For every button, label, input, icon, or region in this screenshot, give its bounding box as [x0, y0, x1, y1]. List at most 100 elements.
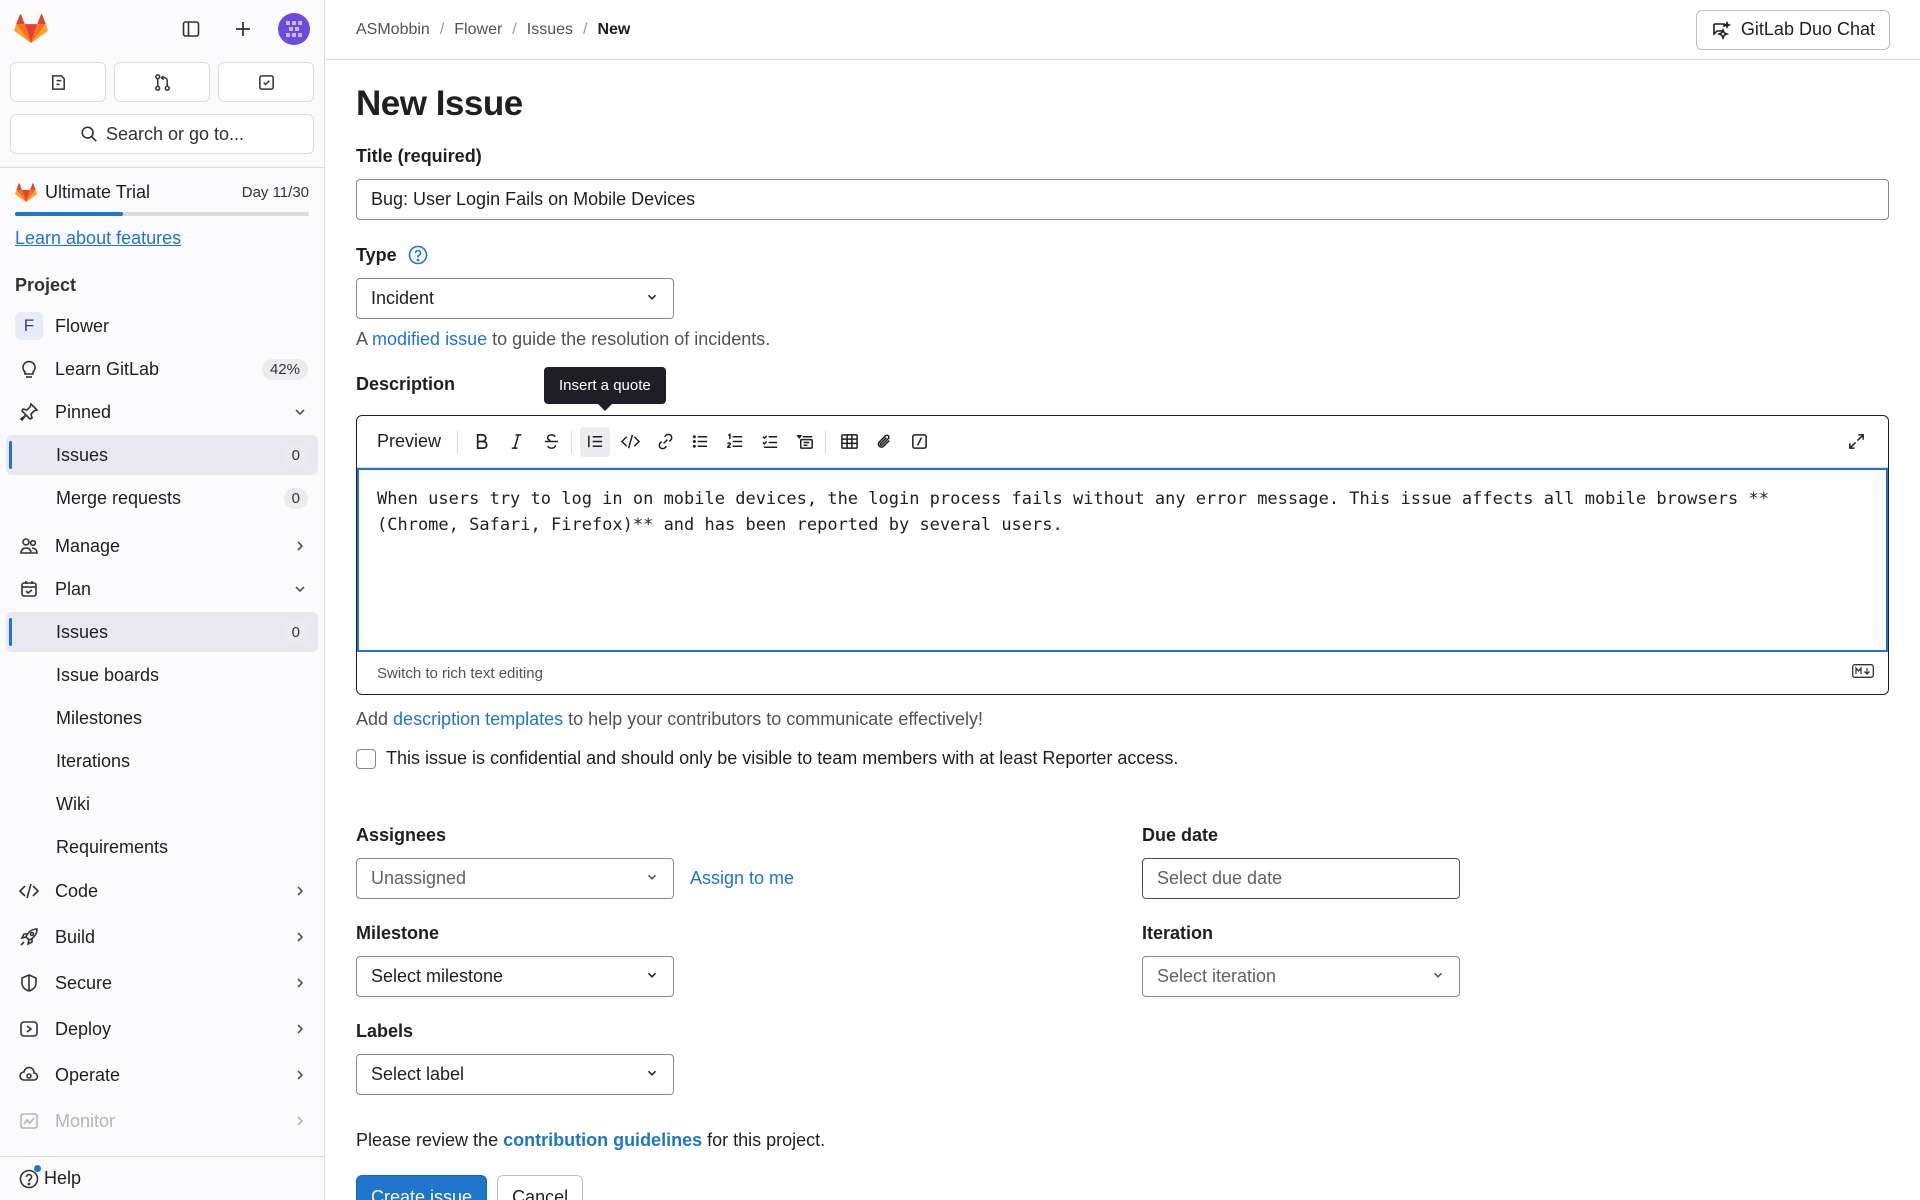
confidential-label: This issue is confidential and should on… [386, 748, 1179, 768]
form-actions: Create issue Cancel [356, 1175, 584, 1200]
sidebar-item-pinned[interactable]: Pinned [6, 392, 318, 432]
cancel-button[interactable]: Cancel [497, 1175, 584, 1200]
insert-quote-button[interactable] [580, 426, 611, 457]
sidebar-header [0, 0, 324, 58]
sidebar-item-wiki[interactable]: Wiki [6, 784, 318, 824]
assigned-issues-button[interactable] [10, 62, 106, 102]
confidential-checkbox[interactable] [356, 748, 376, 769]
milestone-select[interactable]: Select milestone [356, 956, 674, 997]
question-circle-icon[interactable] [407, 244, 429, 266]
breadcrumb-item[interactable]: ASMobbin [356, 21, 430, 39]
iteration-select[interactable]: Select iteration [1142, 956, 1460, 997]
bold-button[interactable] [466, 427, 496, 457]
sidebar-item-operate[interactable]: Operate [6, 1055, 318, 1095]
sidebar-item-code[interactable]: Code [6, 871, 318, 911]
duo-chat-button[interactable]: GitLab Duo Chat [1695, 9, 1890, 50]
page-title: New Issue [356, 84, 523, 123]
sidebar-item-plan[interactable]: Plan [6, 569, 318, 609]
sidebar-item-monitor[interactable]: Monitor [6, 1101, 318, 1141]
metadata-fields: Assignees Unassigned Assign to me Due da… [356, 825, 1890, 1095]
create-issue-button[interactable]: Create issue [356, 1175, 488, 1200]
contribution-guidelines-link[interactable]: contribution guidelines [503, 1130, 702, 1150]
sidebar-item-manage[interactable]: Manage [6, 526, 318, 566]
assignees-label: Assignees [356, 825, 447, 845]
chevron-right-icon [297, 978, 304, 988]
insert-code-button[interactable] [615, 427, 645, 457]
maximize-icon [1848, 434, 1864, 449]
bullet-list-button[interactable] [685, 427, 715, 457]
confidential-row: This issue is confidential and should on… [356, 748, 1890, 769]
strikethrough-button[interactable] [536, 427, 566, 457]
fullscreen-button[interactable] [1841, 427, 1871, 457]
toolbar-divider [571, 430, 573, 453]
type-select[interactable]: Incident [356, 278, 674, 319]
sidebar-item-pinned-issues[interactable]: Issues 0 [6, 435, 318, 475]
trial-status[interactable]: Ultimate Trial Day 11/30 [15, 182, 309, 203]
help-notification-dot [34, 1165, 41, 1172]
numbered-list-button[interactable] [720, 427, 750, 457]
sidebar-item-label: Learn GitLab [55, 358, 160, 379]
sidebar-item-secure[interactable]: Secure [6, 963, 318, 1003]
sidebar-item-flower[interactable]: F Flower [6, 306, 318, 346]
templates-suffix: to help your contributors to communicate… [568, 709, 984, 729]
paperclip-icon [877, 434, 890, 448]
issues-icon [51, 74, 65, 90]
learn-about-features-link[interactable]: Learn about features [15, 228, 181, 249]
sidebar-item-plan-issues[interactable]: Issues 0 [6, 612, 318, 652]
collapsible-section-button[interactable] [790, 427, 820, 457]
modified-issue-link[interactable]: modified issue [372, 329, 487, 349]
search-button[interactable]: Search or go to... [10, 114, 314, 154]
title-input[interactable]: Bug: User Login Fails on Mobile Devices [356, 179, 1889, 220]
description-templates-link[interactable]: description templates [393, 709, 563, 729]
breadcrumb-current[interactable]: New [597, 21, 630, 39]
pin-icon [19, 402, 39, 422]
attach-file-button[interactable] [869, 427, 899, 457]
chevron-right-icon [297, 541, 304, 551]
chevron-down-icon [647, 1070, 657, 1076]
title-input-value: Bug: User Login Fails on Mobile Devices [371, 189, 696, 209]
breadcrumb-item[interactable]: Flower [454, 21, 502, 39]
task-list-button[interactable] [755, 427, 785, 457]
toggle-sidebar-button[interactable] [174, 12, 208, 46]
assignees-field: Assignees Unassigned Assign to me [356, 825, 794, 899]
labels-field: Labels Select label [356, 1021, 674, 1095]
sidebar-item-label: Milestones [56, 707, 143, 728]
quick-actions-button[interactable] [904, 427, 934, 457]
help-button[interactable]: Help [0, 1156, 324, 1200]
breadcrumb: ASMobbin / Flower / Issues / New [356, 21, 630, 39]
sidebar-item-deploy[interactable]: Deploy [6, 1009, 318, 1049]
link-icon [658, 433, 672, 450]
breadcrumb-item[interactable]: Issues [527, 21, 573, 39]
due-date-input[interactable]: Select due date [1142, 858, 1460, 899]
sidebar-item-milestones[interactable]: Milestones [6, 698, 318, 738]
user-avatar[interactable] [278, 13, 310, 45]
preview-button[interactable]: Preview [377, 431, 441, 452]
merge-requests-button[interactable] [114, 62, 210, 102]
due-date-field: Due date Select due date [1142, 825, 1460, 899]
issues-count-badge: 0 [283, 444, 308, 466]
sidebar-item-issue-boards[interactable]: Issue boards [6, 655, 318, 695]
labels-select[interactable]: Select label [356, 1054, 674, 1095]
todos-button[interactable] [218, 62, 314, 102]
gitlab-logo-small-icon [15, 182, 37, 202]
sidebar-item-requirements[interactable]: Requirements [6, 827, 318, 867]
sidebar-item-label: Issues [56, 444, 109, 465]
gitlab-logo-icon[interactable] [14, 14, 48, 44]
iteration-label: Iteration [1142, 923, 1214, 943]
create-new-button[interactable] [226, 12, 260, 46]
sidebar-item-learn-gitlab[interactable]: Learn GitLab 42% [6, 349, 318, 389]
sidebar-item-iterations[interactable]: Iterations [6, 741, 318, 781]
assignees-select[interactable]: Unassigned [356, 858, 674, 899]
insert-link-button[interactable] [650, 427, 680, 457]
italic-button[interactable] [501, 427, 531, 457]
trial-name: Ultimate Trial [45, 182, 151, 202]
sidebar-item-build[interactable]: Build [6, 917, 318, 957]
sidebar-item-merge-requests[interactable]: Merge requests 0 [6, 478, 318, 518]
description-textarea[interactable]: When users try to log in on mobile devic… [357, 468, 1888, 652]
insert-table-button[interactable] [834, 427, 864, 457]
switch-rich-text-button[interactable]: Switch to rich text editing [377, 665, 543, 682]
numbered-list-icon [726, 432, 742, 448]
chevron-right-icon [297, 932, 304, 942]
assign-to-me-link[interactable]: Assign to me [690, 868, 794, 889]
duo-chat-label: GitLab Duo Chat [1740, 19, 1875, 39]
